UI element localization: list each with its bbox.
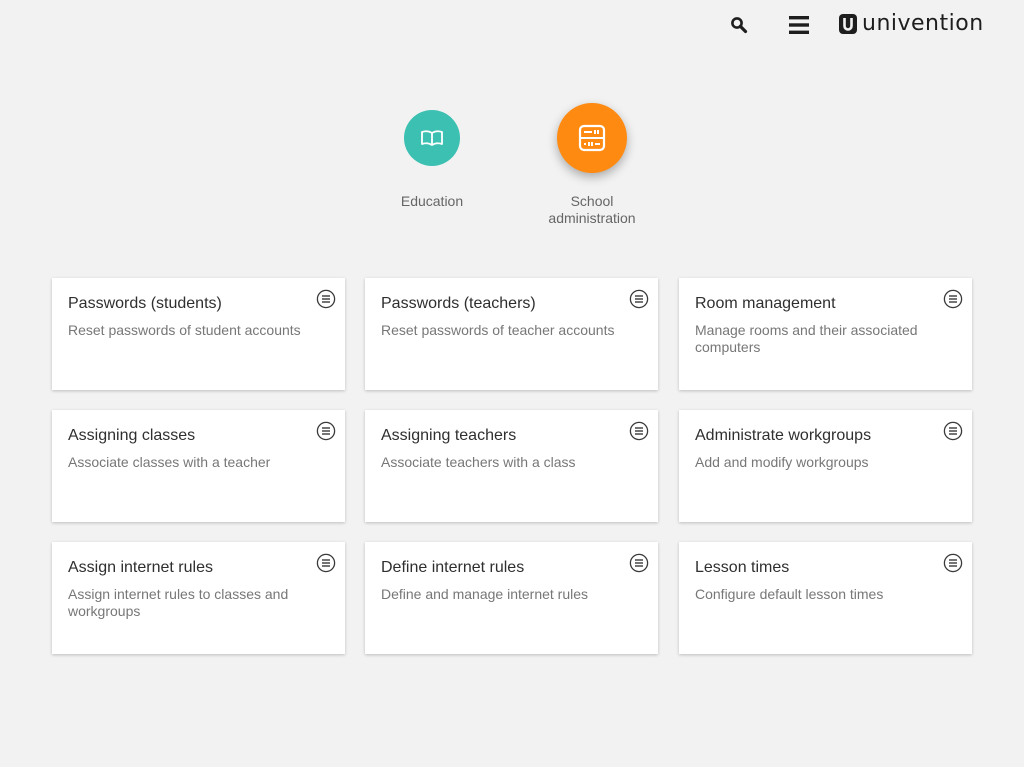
tile-description: Define and manage internet rules [381, 586, 589, 602]
tile-title: Define internet rules [381, 559, 525, 576]
category-school-circle [557, 103, 627, 173]
logo-text: univention [862, 11, 984, 36]
univention-logo: univention [838, 10, 984, 38]
tile-room-management[interactable]: Room management Manage rooms and their a… [679, 278, 972, 390]
search-icon [731, 17, 748, 34]
main-menu-button[interactable] [784, 10, 814, 40]
tile-assigning-classes[interactable]: Assigning classes Associate classes with… [52, 410, 345, 522]
circle-menu-icon [316, 421, 336, 441]
tile-title: Lesson times [695, 559, 790, 576]
tile-title: Assign internet rules [68, 559, 213, 576]
circle-menu-icon [316, 553, 336, 573]
category-education[interactable]: Education [362, 110, 502, 210]
tile-administrate-workgroups[interactable]: Administrate workgroups Add and modify w… [679, 410, 972, 522]
tile-menu-button[interactable] [315, 420, 337, 442]
tile-description: Reset passwords of student accounts [68, 322, 301, 338]
circle-menu-icon [629, 289, 649, 309]
tile-passwords-teachers[interactable]: Passwords (teachers) Reset passwords of … [365, 278, 658, 390]
page: univention Education School administrati… [0, 0, 1024, 767]
tile-description: Associate teachers with a class [381, 454, 576, 470]
circle-menu-icon [943, 421, 963, 441]
tile-title: Assigning teachers [381, 427, 517, 444]
tile-description: Assign internet rules to classes and wor… [68, 586, 289, 619]
tile-description: Reset passwords of teacher accounts [381, 322, 615, 338]
univention-logo-icon [839, 14, 857, 34]
abacus-icon [578, 124, 606, 152]
tile-title: Room management [695, 295, 836, 312]
tile-assign-internet-rules[interactable]: Assign internet rules Assign internet ru… [52, 542, 345, 654]
category-education-label: Education [400, 193, 464, 209]
tile-menu-button[interactable] [628, 552, 650, 574]
book-icon [421, 130, 443, 146]
tile-description: Configure default lesson times [695, 586, 884, 602]
category-school-label: School administration [548, 193, 636, 226]
tile-define-internet-rules[interactable]: Define internet rules Define and manage … [365, 542, 658, 654]
tile-description: Manage rooms and their associated comput… [695, 322, 918, 355]
tile-assigning-teachers[interactable]: Assigning teachers Associate teachers wi… [365, 410, 658, 522]
tile-description: Add and modify workgroups [695, 454, 869, 470]
circle-menu-icon [943, 553, 963, 573]
tile-title: Assigning classes [68, 427, 196, 444]
tile-menu-button[interactable] [315, 288, 337, 310]
tile-menu-button[interactable] [942, 420, 964, 442]
tile-passwords-students[interactable]: Passwords (students) Reset passwords of … [52, 278, 345, 390]
circle-menu-icon [629, 553, 649, 573]
circle-menu-icon [943, 289, 963, 309]
circle-menu-icon [316, 289, 336, 309]
tile-description: Associate classes with a teacher [68, 454, 271, 470]
category-education-circle [404, 110, 460, 166]
tile-title: Administrate workgroups [695, 427, 872, 444]
tile-title: Passwords (teachers) [381, 295, 536, 312]
tile-menu-button[interactable] [942, 288, 964, 310]
tile-lesson-times[interactable]: Lesson times Configure default lesson ti… [679, 542, 972, 654]
tile-menu-button[interactable] [315, 552, 337, 574]
search-button[interactable] [726, 12, 752, 38]
category-school-administration[interactable]: School administration [522, 103, 662, 227]
tile-menu-button[interactable] [628, 288, 650, 310]
tile-menu-button[interactable] [628, 420, 650, 442]
circle-menu-icon [629, 421, 649, 441]
hamburger-menu-icon [789, 16, 809, 34]
tile-menu-button[interactable] [942, 552, 964, 574]
tile-title: Passwords (students) [68, 295, 222, 312]
